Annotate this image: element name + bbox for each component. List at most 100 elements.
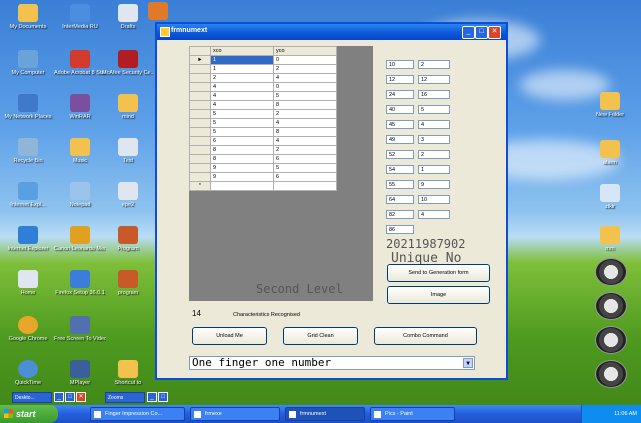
- pair-right-field[interactable]: 12: [418, 75, 450, 84]
- mini-close-button[interactable]: ✕: [76, 392, 86, 402]
- row-header[interactable]: [189, 145, 211, 155]
- table-row[interactable]: 54: [189, 118, 337, 128]
- table-row[interactable]: 96: [189, 172, 337, 182]
- cell-yco[interactable]: 4: [273, 73, 337, 83]
- drive-gadget-icon[interactable]: [595, 326, 627, 354]
- coordinates-grid[interactable]: xco yco ► 1 0 1 2 2 4 4 0 4 5 4 8 5 2 5 4 5 8 6 4 8 2 8 6 9 5 9 6 *: [189, 46, 337, 191]
- cell-xco[interactable]: 9: [210, 172, 274, 182]
- pair-left-field[interactable]: 24: [386, 90, 414, 99]
- desktop-icon-firefox-setup[interactable]: Firefox Setup 36.0.1: [54, 270, 106, 296]
- row-header[interactable]: [189, 172, 211, 182]
- row-header[interactable]: [189, 118, 211, 128]
- desktop-icon-quicktime[interactable]: QuickTime: [2, 360, 54, 386]
- desktop-icon-test[interactable]: Test: [102, 138, 154, 164]
- row-header[interactable]: [189, 136, 211, 146]
- desktop-icon-internet-expl[interactable]: Internet Expl...: [2, 182, 54, 208]
- pair-left-field[interactable]: 49: [386, 135, 414, 144]
- row-header[interactable]: [189, 64, 211, 74]
- desktop-icon-my-documents[interactable]: My Documents: [2, 4, 54, 30]
- minimize-button[interactable]: _: [462, 26, 475, 39]
- row-header[interactable]: [189, 91, 211, 101]
- mini-maximize-button[interactable]: □: [158, 392, 168, 402]
- desktop-icon-new-folder[interactable]: New Folder: [584, 92, 636, 118]
- taskbar-item[interactable]: Finger Impression Co...: [90, 407, 185, 421]
- drive-gadget-icon[interactable]: [595, 258, 627, 286]
- mini-task-zooms[interactable]: Zooms: [105, 392, 145, 403]
- desktop-icon-google-chrome[interactable]: Google Chrome: [2, 316, 54, 342]
- desktop-icon-program[interactable]: Program: [102, 226, 154, 252]
- pair-left-field[interactable]: 12: [386, 75, 414, 84]
- desktop-icon-internet-explorer[interactable]: Internet Explorer: [2, 226, 54, 252]
- pair-right-field[interactable]: 10: [418, 195, 450, 204]
- start-button[interactable]: start: [0, 405, 58, 423]
- new-row[interactable]: *: [189, 181, 337, 191]
- cell-xco[interactable]: 1: [210, 64, 274, 74]
- cell-yco[interactable]: 5: [273, 163, 337, 173]
- table-row[interactable]: 12: [189, 64, 337, 74]
- window-titlebar[interactable]: frmnumext _ □ ✕: [157, 24, 506, 40]
- desktop-icon-winrar[interactable]: WinRAR: [54, 94, 106, 120]
- desktop-icon-tools[interactable]: [148, 2, 168, 22]
- table-row[interactable]: 48: [189, 100, 337, 110]
- pair-left-field[interactable]: 55: [386, 180, 414, 189]
- unload-me-button[interactable]: Unload Me: [192, 327, 267, 345]
- pair-left-field[interactable]: 86: [386, 225, 414, 234]
- desktop-icon-mcafee[interactable]: McAfee Security Ce...: [102, 50, 154, 76]
- row-header[interactable]: ►: [189, 55, 211, 65]
- close-button[interactable]: ✕: [488, 26, 501, 39]
- table-row[interactable]: 82: [189, 145, 337, 155]
- desktop-icon-recycle-bin[interactable]: Recycle Bin: [2, 138, 54, 164]
- cell-xco[interactable]: 4: [210, 91, 274, 101]
- drive-gadget-icon[interactable]: [595, 360, 627, 388]
- cell-yco[interactable]: 8: [273, 100, 337, 110]
- desktop-icon-program2[interactable]: program: [102, 270, 154, 296]
- chevron-down-icon[interactable]: ▼: [463, 358, 473, 368]
- desktop-icon-my-computer[interactable]: My Computer: [2, 50, 54, 76]
- cell-yco[interactable]: 6: [273, 154, 337, 164]
- send-generation-button[interactable]: Send to Generation form: [387, 264, 490, 282]
- desktop-icon-shortcut[interactable]: Shortcut to: [102, 360, 154, 386]
- grid-clean-button[interactable]: Grid Clean: [283, 327, 358, 345]
- clock[interactable]: 11:06 AM: [614, 411, 637, 417]
- pair-right-field[interactable]: 1: [418, 165, 450, 174]
- pair-left-field[interactable]: 64: [386, 195, 414, 204]
- pair-left-field[interactable]: 45: [386, 120, 414, 129]
- mini-minimize-button[interactable]: _: [147, 392, 157, 402]
- table-row[interactable]: 64: [189, 136, 337, 146]
- cell-xco[interactable]: 8: [210, 154, 274, 164]
- maximize-button[interactable]: □: [475, 26, 488, 39]
- cell-yco[interactable]: 2: [273, 145, 337, 155]
- cell-yco[interactable]: 0: [273, 82, 337, 92]
- table-row[interactable]: 45: [189, 91, 337, 101]
- desktop-icon-intermedia[interactable]: InterMedia RU: [54, 4, 106, 30]
- pair-right-field[interactable]: 2: [418, 60, 450, 69]
- cell-yco[interactable]: 6: [273, 172, 337, 182]
- pair-left-field[interactable]: 82: [386, 210, 414, 219]
- desktop-icon-drafts[interactable]: Drafts: [102, 4, 154, 30]
- cell-xco[interactable]: 5: [210, 127, 274, 137]
- table-row[interactable]: 52: [189, 109, 337, 119]
- cell-yco[interactable]: 4: [273, 118, 337, 128]
- mode-combobox[interactable]: One finger one number ▼: [189, 356, 475, 370]
- pair-right-field[interactable]: 2: [418, 150, 450, 159]
- pair-left-field[interactable]: 10: [386, 60, 414, 69]
- new-row-cell[interactable]: [273, 181, 337, 191]
- pair-left-field[interactable]: 54: [386, 165, 414, 174]
- desktop-icon-mm[interactable]: mm: [584, 226, 636, 252]
- pair-left-field[interactable]: 52: [386, 150, 414, 159]
- cell-xco[interactable]: 8: [210, 145, 274, 155]
- cell-xco[interactable]: 4: [210, 100, 274, 110]
- row-header[interactable]: [189, 100, 211, 110]
- pair-right-field[interactable]: 9: [418, 180, 450, 189]
- desktop-icon-canon[interactable]: Canon Leonardo Media Suite: [54, 226, 106, 252]
- cell-yco[interactable]: 0: [273, 55, 337, 65]
- cell-yco[interactable]: 2: [273, 64, 337, 74]
- mini-maximize-button[interactable]: □: [65, 392, 75, 402]
- pair-left-field[interactable]: 40: [386, 105, 414, 114]
- cell-xco[interactable]: 1: [210, 55, 274, 65]
- desktop-icon-zikir[interactable]: zikir: [584, 184, 636, 210]
- taskbar-item[interactable]: frmexe: [190, 407, 280, 421]
- image-button[interactable]: Image: [387, 286, 490, 304]
- table-row[interactable]: 95: [189, 163, 337, 173]
- desktop-icon-adobe-acrobat[interactable]: Adobe Acrobat 8 Standard: [54, 50, 106, 76]
